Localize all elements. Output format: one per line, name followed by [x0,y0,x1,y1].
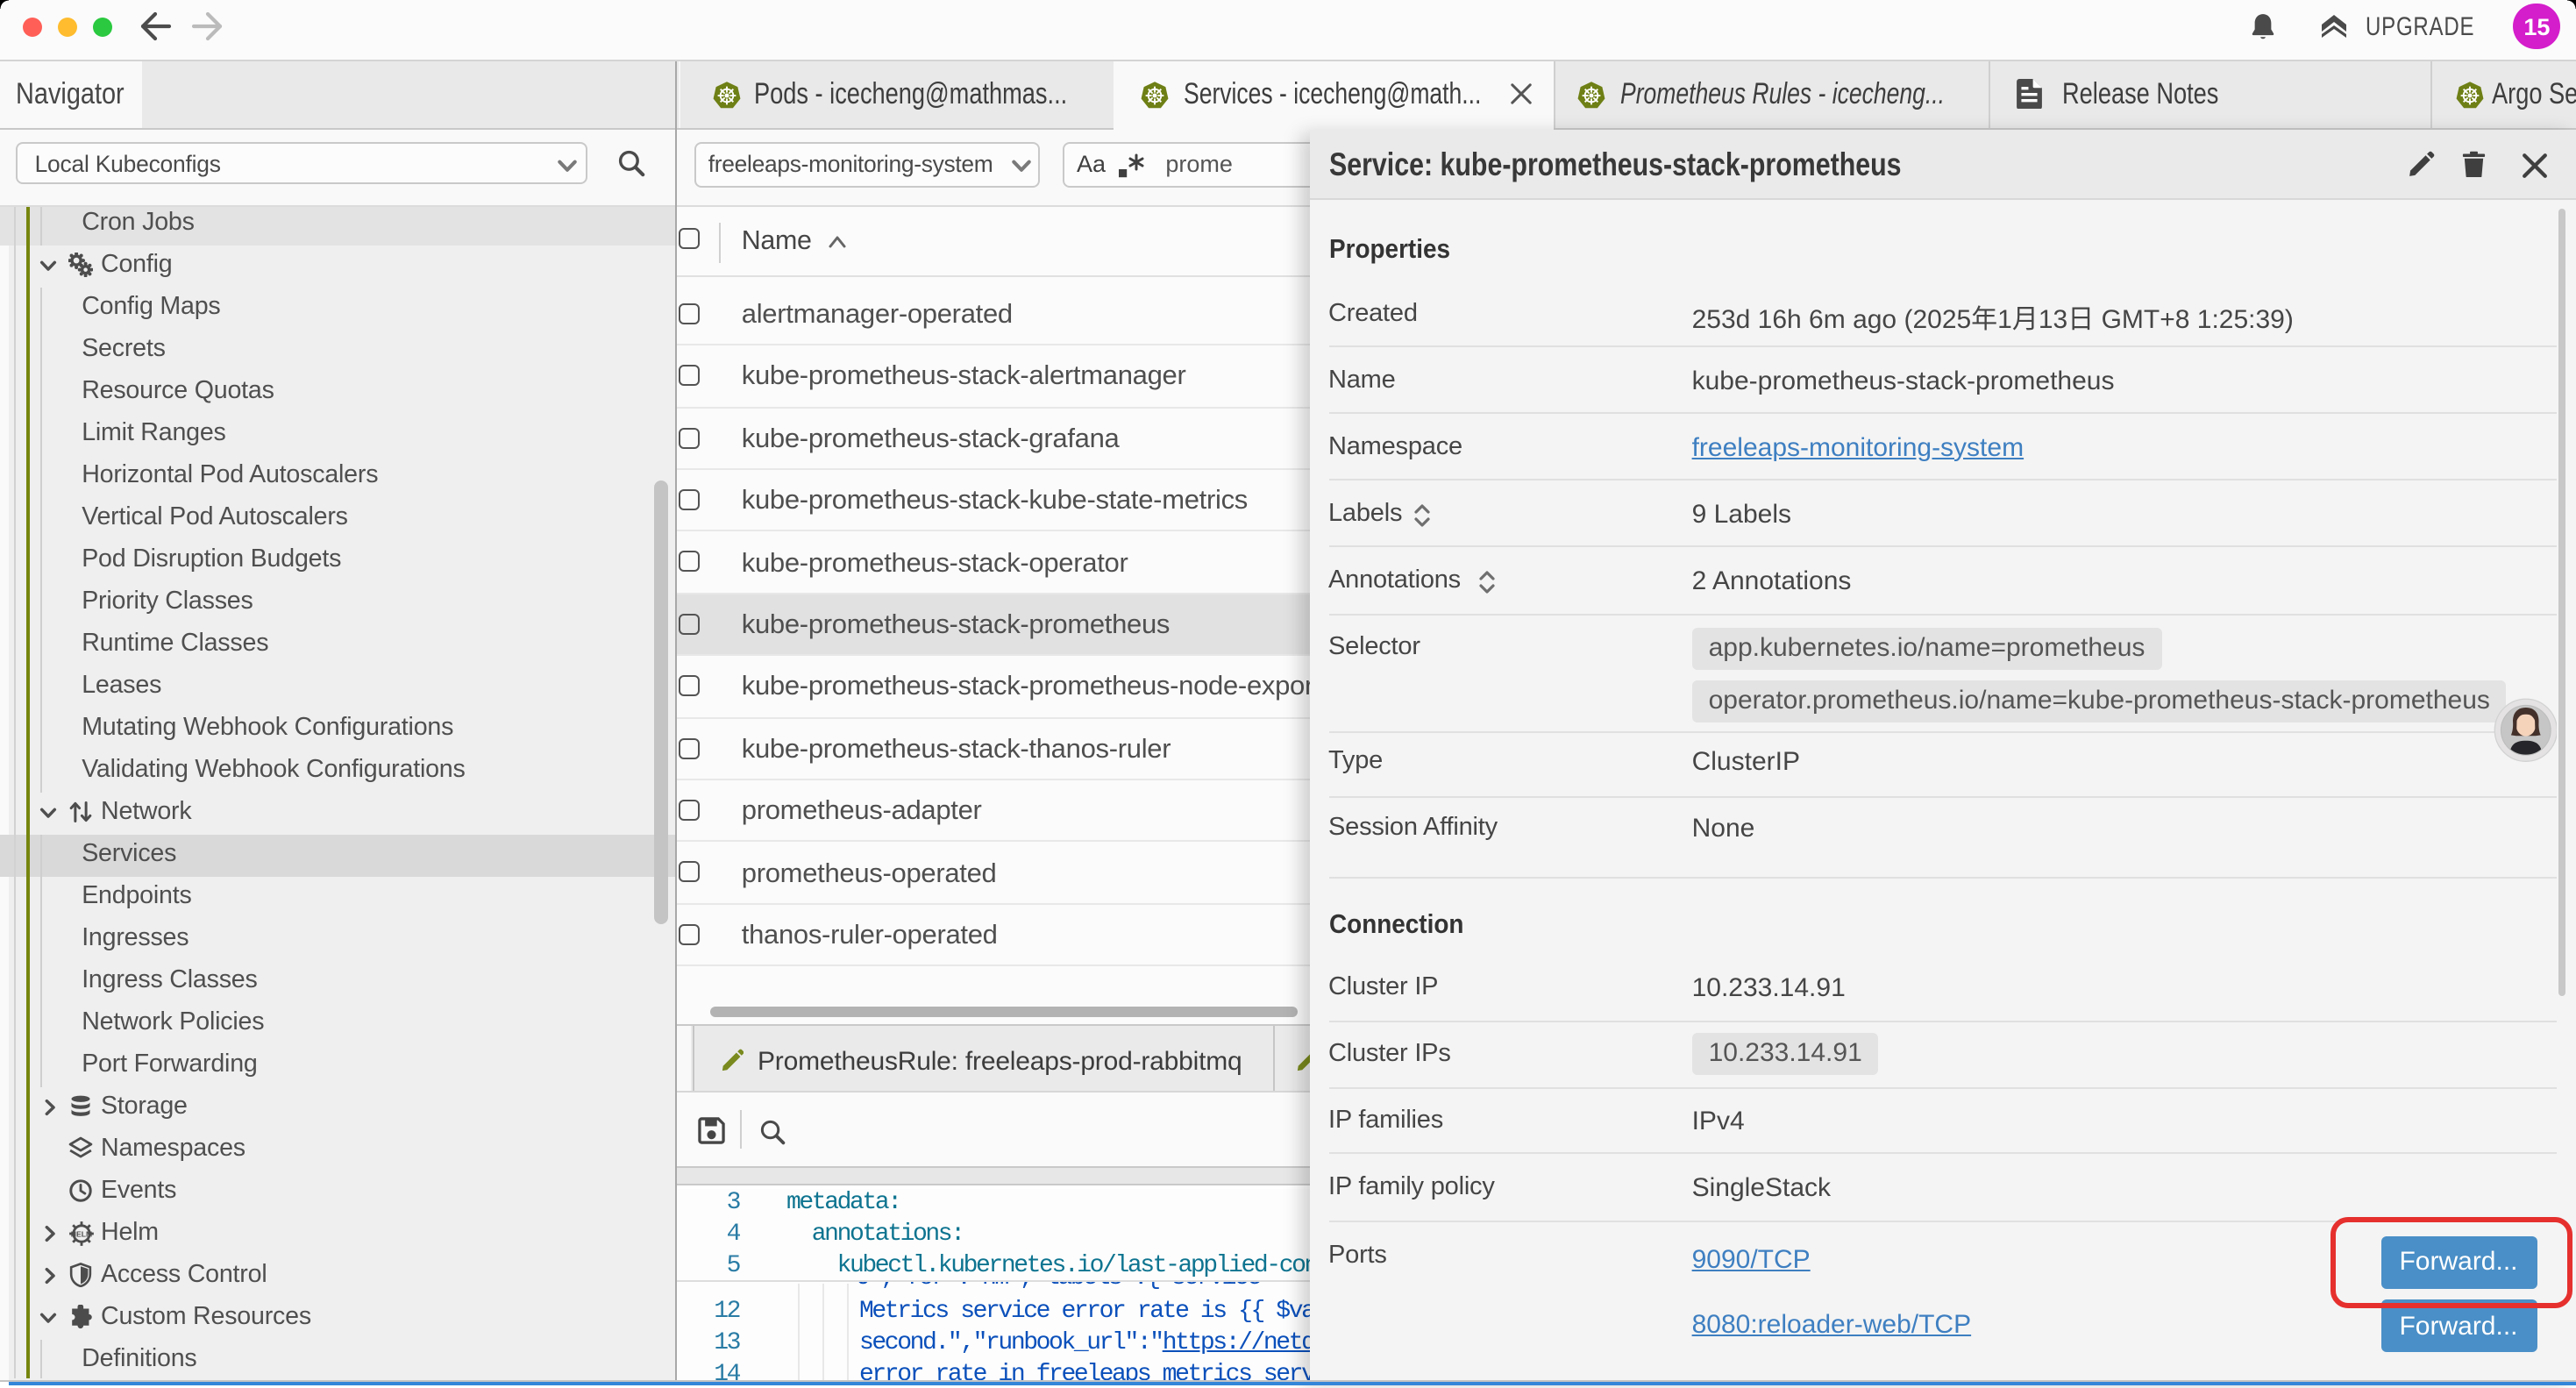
svg-text:HELM: HELM [70,1229,91,1238]
